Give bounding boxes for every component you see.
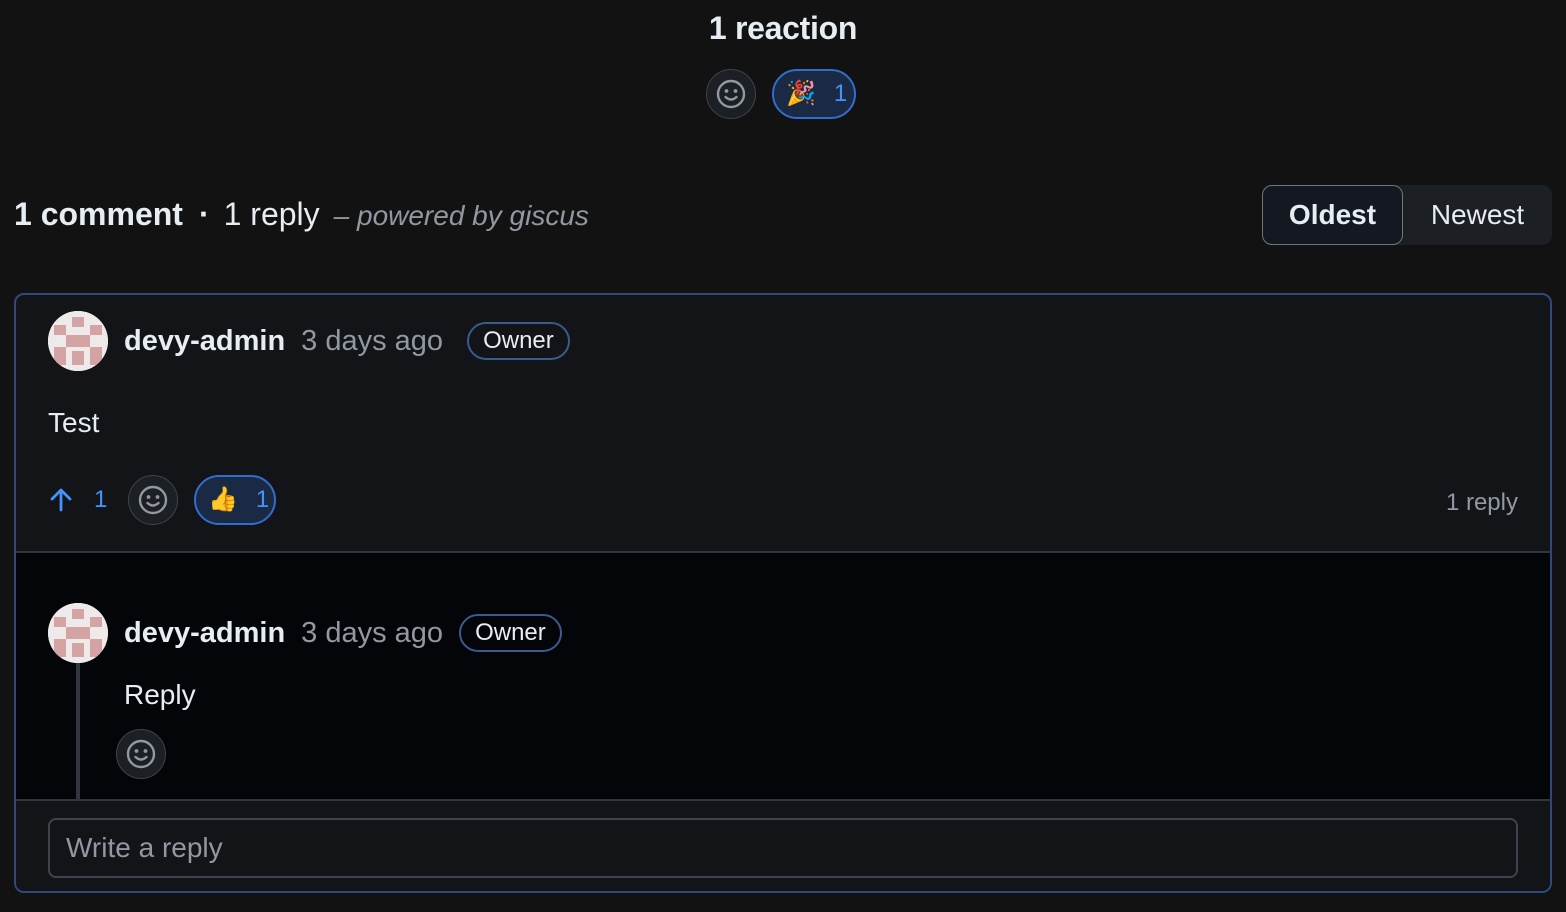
thread-line [76,663,80,803]
add-reaction-button[interactable] [128,475,178,525]
comment-actions: 1 👍 1 [48,475,276,525]
tada-icon: 🎉 [786,80,816,107]
sort-toggle: Oldest Newest [1262,185,1552,245]
comment-count: 1 comment [14,196,183,232]
powered-by: – powered by giscus [333,200,589,231]
add-reaction-button[interactable] [706,69,756,119]
reaction-thumbsup-button[interactable]: 👍 1 [194,475,276,525]
comment-reply-count[interactable]: 1 reply [1446,489,1518,517]
reactions-section: 1 reaction [0,0,1566,47]
reactions-title: 1 reaction [708,10,858,46]
add-reaction-button[interactable] [116,729,166,779]
reply-count: 1 reply [223,196,320,232]
identicon-icon [48,603,108,663]
reply-composer [16,799,1550,891]
identicon-icon [48,311,108,371]
sort-newest-button[interactable]: Newest [1403,185,1552,245]
reaction-count: 1 [255,486,270,513]
comment-card: devy-admin 3 days ago Owner Test 1 👍 1 1… [14,293,1552,893]
smiley-icon [138,485,168,515]
reaction-count: 1 [833,80,848,107]
owner-badge: Owner [467,322,570,360]
reaction-tada-button[interactable]: 🎉 1 [772,69,856,119]
replies-section: devy-admin 3 days ago Owner Reply [16,551,1550,803]
comment-author[interactable]: devy-admin [124,325,285,358]
comment-header: devy-admin 3 days ago Owner [48,311,570,371]
reply-time[interactable]: 3 days ago [301,617,443,650]
summary-separator: · [198,196,210,232]
upvote-count: 1 [94,486,108,513]
avatar[interactable] [48,311,108,371]
arrow-up-icon [50,488,72,512]
upvote-button[interactable]: 1 [48,486,128,514]
reply-header: devy-admin 3 days ago Owner [48,603,562,663]
avatar[interactable] [48,603,108,663]
comment-time[interactable]: 3 days ago [301,325,443,358]
comment-body: Test [48,407,100,438]
smiley-icon [126,739,156,769]
thumbs-up-icon: 👍 [208,486,238,513]
reply-input[interactable] [48,818,1518,878]
smiley-icon [716,79,746,109]
owner-badge: Owner [459,614,562,652]
comments-summary: 1 comment · 1 reply – powered by giscus [14,196,589,233]
reactions-row: 🎉 1 [706,69,856,119]
sort-oldest-button[interactable]: Oldest [1262,185,1403,245]
reply-body: Reply [124,679,196,710]
reply-author[interactable]: devy-admin [124,617,285,650]
